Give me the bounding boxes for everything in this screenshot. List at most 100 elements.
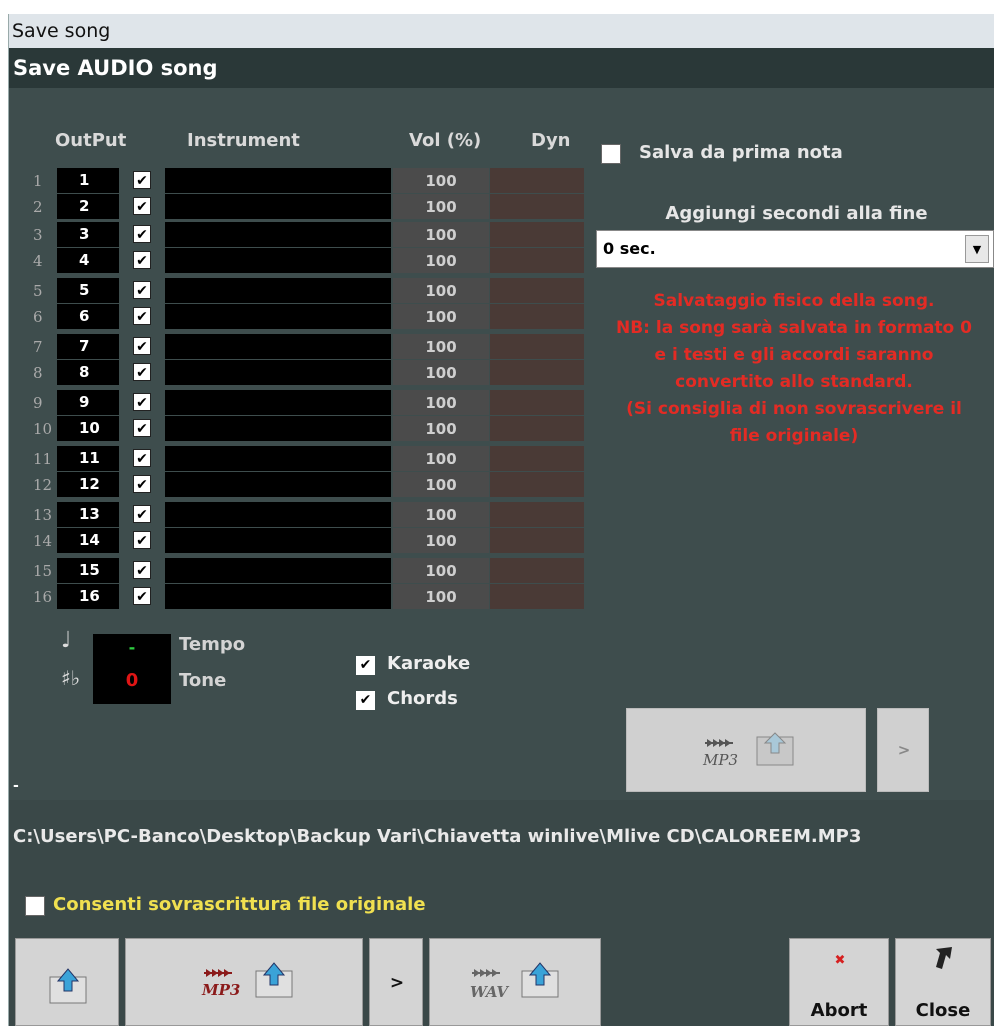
volume-value[interactable]: 100 <box>393 472 489 497</box>
volume-value[interactable]: 100 <box>393 304 489 329</box>
output-value[interactable]: 15 <box>57 558 119 583</box>
volume-value[interactable]: 100 <box>393 416 489 441</box>
salva-da-prima-nota-checkbox[interactable] <box>601 144 621 164</box>
volume-value[interactable]: 100 <box>393 360 489 385</box>
track-enabled-checkbox[interactable]: ✔ <box>133 449 151 467</box>
chords-checkbox[interactable]: ✔ <box>356 691 375 710</box>
track-enabled-checkbox[interactable]: ✔ <box>133 505 151 523</box>
dyn-cell <box>490 222 584 247</box>
instrument-cell <box>165 334 391 359</box>
col-header-dyn: Dyn <box>531 130 571 151</box>
track-enabled-checkbox[interactable]: ✔ <box>133 337 151 355</box>
abort-x-icon: ✖ <box>834 953 846 968</box>
track-enabled-checkbox[interactable]: ✔ <box>133 587 151 605</box>
overwrite-original-checkbox[interactable] <box>25 896 45 916</box>
save-mp3-button[interactable]: MP3 <box>125 938 363 1026</box>
row-number: 4 <box>33 252 43 270</box>
chevron-down-icon[interactable]: ▼ <box>965 235 989 263</box>
track-enabled-checkbox[interactable]: ✔ <box>133 307 151 325</box>
row-number: 6 <box>33 308 43 326</box>
notice-text: Salvataggio fisico della song. NB: la so… <box>589 288 995 450</box>
row-number: 7 <box>33 338 43 356</box>
track-enabled-checkbox[interactable]: ✔ <box>133 531 151 549</box>
volume-value[interactable]: 100 <box>393 502 489 527</box>
dyn-cell <box>490 416 584 441</box>
save-button[interactable] <box>15 938 119 1026</box>
volume-value[interactable]: 100 <box>393 390 489 415</box>
track-enabled-checkbox[interactable]: ✔ <box>133 225 151 243</box>
volume-value[interactable]: 100 <box>393 334 489 359</box>
dyn-cell <box>490 168 584 193</box>
output-value[interactable]: 6 <box>57 304 119 329</box>
volume-value[interactable]: 100 <box>393 194 489 219</box>
dyn-cell <box>490 558 584 583</box>
col-header-vol: Vol (%) <box>409 130 482 151</box>
tempo-label: Tempo <box>179 634 246 655</box>
output-value[interactable]: 3 <box>57 222 119 247</box>
save-mp3-button-disabled[interactable]: MP3 <box>626 708 866 792</box>
track-enabled-checkbox[interactable]: ✔ <box>133 281 151 299</box>
dyn-cell <box>490 278 584 303</box>
abort-label: Abort <box>810 1000 868 1021</box>
output-value[interactable]: 7 <box>57 334 119 359</box>
row-number: 9 <box>33 394 43 412</box>
track-enabled-checkbox[interactable]: ✔ <box>133 171 151 189</box>
volume-value[interactable]: 100 <box>393 528 489 553</box>
track-enabled-checkbox[interactable]: ✔ <box>133 561 151 579</box>
volume-value[interactable]: 100 <box>393 168 489 193</box>
dyn-cell <box>490 360 584 385</box>
output-value[interactable]: 8 <box>57 360 119 385</box>
output-value[interactable]: 1 <box>57 168 119 193</box>
output-value[interactable]: 2 <box>57 194 119 219</box>
wav-export-icon: WAV <box>470 962 559 1001</box>
instrument-cell <box>165 558 391 583</box>
quarter-note-icon: ♩ <box>61 628 72 653</box>
volume-value[interactable]: 100 <box>393 446 489 471</box>
next-label: > <box>389 973 405 993</box>
next-button[interactable]: > <box>369 938 423 1026</box>
col-header-output: OutPut <box>55 130 127 151</box>
notice-line: NB: la song sarà salvata in formato 0 <box>615 318 972 338</box>
dyn-cell <box>490 584 584 609</box>
row-number: 10 <box>33 420 53 438</box>
track-enabled-checkbox[interactable]: ✔ <box>133 419 151 437</box>
output-value[interactable]: 9 <box>57 390 119 415</box>
mp3-export-icon: MP3 <box>201 962 293 999</box>
aggiungi-secondi-value: 0 sec. <box>603 239 656 258</box>
save-wav-button[interactable]: WAV <box>429 938 601 1026</box>
karaoke-checkbox[interactable]: ✔ <box>356 656 375 675</box>
volume-value[interactable]: 100 <box>393 222 489 247</box>
track-enabled-checkbox[interactable]: ✔ <box>133 475 151 493</box>
track-enabled-checkbox[interactable]: ✔ <box>133 363 151 381</box>
output-value[interactable]: 14 <box>57 528 119 553</box>
abort-button[interactable]: ✖ Abort <box>789 938 889 1026</box>
output-value[interactable]: 10 <box>57 416 119 441</box>
dyn-cell <box>490 248 584 273</box>
instrument-cell <box>165 360 391 385</box>
row-number: 13 <box>33 506 53 524</box>
track-enabled-checkbox[interactable]: ✔ <box>133 251 151 269</box>
output-value[interactable]: 12 <box>57 472 119 497</box>
next-button-disabled[interactable]: > <box>877 708 929 792</box>
output-value[interactable]: 16 <box>57 584 119 609</box>
aggiungi-secondi-select[interactable]: 0 sec. ▼ <box>596 230 994 268</box>
col-header-instrument: Instrument <box>187 130 300 151</box>
instrument-cell <box>165 472 391 497</box>
track-enabled-checkbox[interactable]: ✔ <box>133 393 151 411</box>
volume-value[interactable]: 100 <box>393 558 489 583</box>
volume-value[interactable]: 100 <box>393 278 489 303</box>
output-value[interactable]: 13 <box>57 502 119 527</box>
row-number: 15 <box>33 562 53 580</box>
instrument-cell <box>165 528 391 553</box>
dyn-cell <box>490 334 584 359</box>
volume-value[interactable]: 100 <box>393 584 489 609</box>
volume-value[interactable]: 100 <box>393 248 489 273</box>
track-enabled-checkbox[interactable]: ✔ <box>133 197 151 215</box>
output-value[interactable]: 5 <box>57 278 119 303</box>
chords-label: Chords <box>387 688 458 709</box>
row-number: 16 <box>33 588 53 606</box>
close-button[interactable]: Close <box>895 938 991 1026</box>
instrument-cell <box>165 502 391 527</box>
output-value[interactable]: 11 <box>57 446 119 471</box>
output-value[interactable]: 4 <box>57 248 119 273</box>
